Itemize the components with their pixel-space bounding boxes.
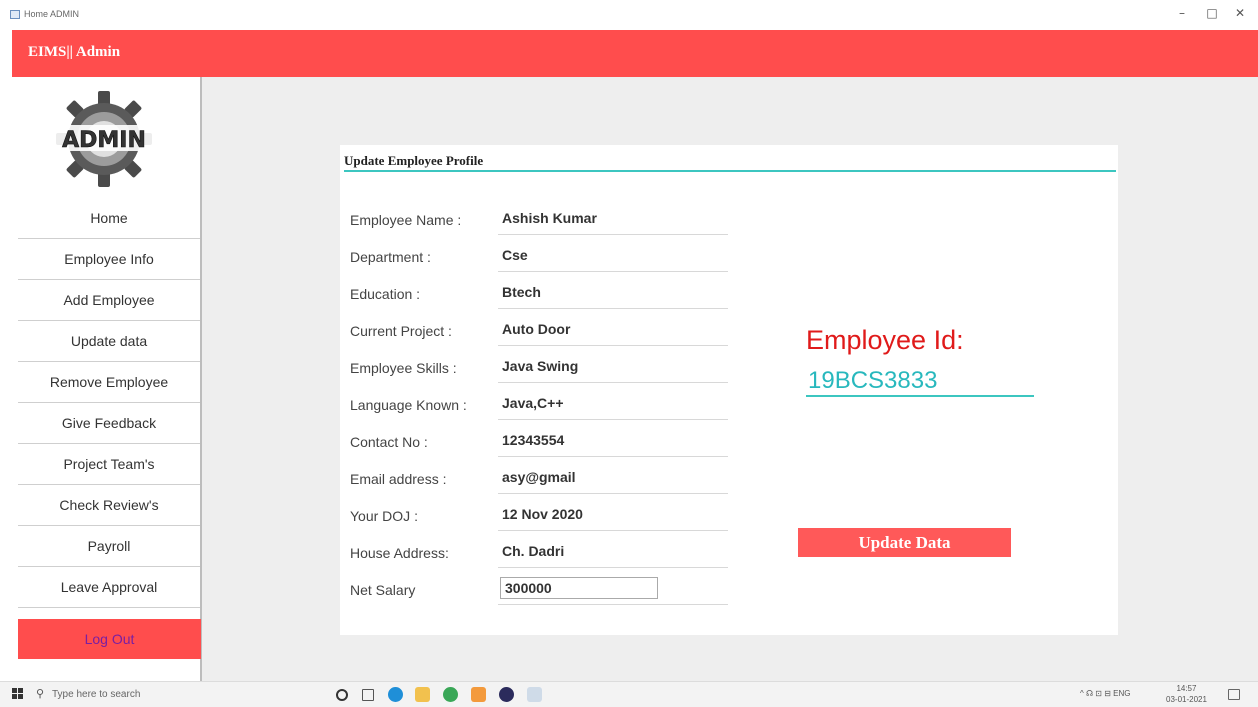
task-view-icon[interactable] xyxy=(362,689,374,701)
app-icon xyxy=(10,10,20,19)
field-underline xyxy=(498,345,728,346)
net-salary-input[interactable] xyxy=(500,577,658,599)
system-tray[interactable]: ^ ☊ ⊡ ⊟ ENG xyxy=(1080,689,1131,698)
profile-card: Update Employee Profile Employee Name : … xyxy=(340,145,1118,635)
employee-name-value[interactable]: Ashish Kumar xyxy=(502,210,597,226)
field-row-contact: Contact No : 12343554 xyxy=(350,428,728,465)
field-label: Language Known : xyxy=(350,397,467,413)
field-label: Employee Skills : xyxy=(350,360,457,376)
field-label: Education : xyxy=(350,286,421,302)
update-data-button[interactable]: Update Data xyxy=(798,528,1011,557)
taskbar: ⚲ Type here to search ^ ☊ ⊡ ⊟ ENG 14:57 … xyxy=(0,681,1258,707)
field-row-name: Employee Name : Ashish Kumar xyxy=(350,206,728,243)
page-title: Update Employee Profile xyxy=(344,153,484,168)
field-label: Department : xyxy=(350,249,431,265)
title-divider xyxy=(344,170,1116,172)
logout-button[interactable]: Log Out xyxy=(18,619,201,659)
field-row-email: Email address : asy@gmail xyxy=(350,465,728,502)
window-title: Home ADMIN xyxy=(24,9,80,19)
search-icon: ⚲ xyxy=(36,688,45,700)
profile-fields: Employee Name : Ashish Kumar Department … xyxy=(350,206,728,613)
field-underline xyxy=(498,456,728,457)
sidebar: ADMIN Home Employee Info Add Employee Up… xyxy=(12,77,202,681)
current-project-value[interactable]: Auto Door xyxy=(502,321,570,337)
sidebar-item-home[interactable]: Home xyxy=(18,198,200,239)
windows-start-icon[interactable] xyxy=(12,688,24,700)
sidebar-item-project-teams[interactable]: Project Team's xyxy=(18,444,200,485)
skills-value[interactable]: Java Swing xyxy=(502,358,578,374)
field-row-doj: Your DOJ : 12 Nov 2020 xyxy=(350,502,728,539)
employee-id-label: Employee Id: xyxy=(806,325,964,355)
field-label: Your DOJ : xyxy=(350,508,418,524)
notifications-icon[interactable] xyxy=(1228,689,1240,700)
sidebar-item-payroll[interactable]: Payroll xyxy=(18,526,200,567)
file-explorer-icon[interactable] xyxy=(415,687,430,702)
field-underline xyxy=(498,567,728,568)
field-row-salary: Net Salary xyxy=(350,576,728,613)
address-value[interactable]: Ch. Dadri xyxy=(502,543,564,559)
sidebar-item-add-employee[interactable]: Add Employee xyxy=(18,280,200,321)
field-row-education: Education : Btech xyxy=(350,280,728,317)
sidebar-item-update-data[interactable]: Update data xyxy=(18,321,200,362)
maximize-button[interactable]: □ xyxy=(1202,6,1222,20)
sublime-icon[interactable] xyxy=(471,687,486,702)
field-underline xyxy=(498,308,728,309)
sidebar-item-remove-employee[interactable]: Remove Employee xyxy=(18,362,200,403)
field-row-current-project: Current Project : Auto Door xyxy=(350,317,728,354)
employee-id-value: 19BCS3833 xyxy=(808,367,938,394)
field-row-languages: Language Known : Java,C++ xyxy=(350,391,728,428)
sidebar-item-give-feedback[interactable]: Give Feedback xyxy=(18,403,200,444)
chrome-icon[interactable] xyxy=(443,687,458,702)
field-underline xyxy=(498,530,728,531)
doj-value[interactable]: 12 Nov 2020 xyxy=(502,506,583,522)
sidebar-item-leave-approval[interactable]: Leave Approval xyxy=(18,567,200,608)
minimize-button[interactable]: – xyxy=(1172,6,1192,20)
field-row-address: House Address: Ch. Dadri xyxy=(350,539,728,576)
main-panel: Update Employee Profile Employee Name : … xyxy=(202,77,1258,681)
sidebar-item-check-reviews[interactable]: Check Review's xyxy=(18,485,200,526)
app-brand: EIMS|| Admin xyxy=(28,44,121,60)
eclipse-icon[interactable] xyxy=(499,687,514,702)
taskbar-search[interactable]: ⚲ Type here to search xyxy=(34,685,304,705)
field-label: Employee Name : xyxy=(350,212,462,228)
field-underline xyxy=(498,493,728,494)
field-label: House Address: xyxy=(350,545,449,561)
sidebar-item-employee-info[interactable]: Employee Info xyxy=(18,239,200,280)
field-underline xyxy=(498,419,728,420)
admin-logo: ADMIN xyxy=(56,91,152,187)
email-value[interactable]: asy@gmail xyxy=(502,469,576,485)
education-value[interactable]: Btech xyxy=(502,284,541,300)
field-label: Contact No : xyxy=(350,434,428,450)
field-underline xyxy=(498,271,728,272)
field-underline xyxy=(498,604,728,605)
sidebar-nav: Home Employee Info Add Employee Update d… xyxy=(18,198,200,608)
window-title-bar: Home ADMIN – □ ✕ xyxy=(0,0,1258,30)
field-row-skills: Employee Skills : Java Swing xyxy=(350,354,728,391)
languages-value[interactable]: Java,C++ xyxy=(502,395,564,411)
field-label: Current Project : xyxy=(350,323,452,339)
search-placeholder: Type here to search xyxy=(52,689,141,700)
cortana-icon[interactable] xyxy=(336,689,348,701)
field-label: Net Salary xyxy=(350,582,416,598)
close-button[interactable]: ✕ xyxy=(1230,6,1250,20)
employee-id-underline xyxy=(806,395,1034,397)
app-header: EIMS|| Admin xyxy=(12,30,1258,77)
clock-time: 14:57 xyxy=(1176,684,1197,693)
edge-browser-icon[interactable] xyxy=(388,687,403,702)
field-row-department: Department : Cse xyxy=(350,243,728,280)
contact-value[interactable]: 12343554 xyxy=(502,432,564,448)
field-underline xyxy=(498,382,728,383)
field-label: Email address : xyxy=(350,471,447,487)
department-value[interactable]: Cse xyxy=(502,247,528,263)
java-app-icon[interactable] xyxy=(527,687,542,702)
taskbar-clock[interactable]: 14:57 03-01-2021 xyxy=(1166,683,1207,705)
field-underline xyxy=(498,234,728,235)
clock-date: 03-01-2021 xyxy=(1166,695,1207,704)
admin-logo-text: ADMIN xyxy=(62,128,146,153)
